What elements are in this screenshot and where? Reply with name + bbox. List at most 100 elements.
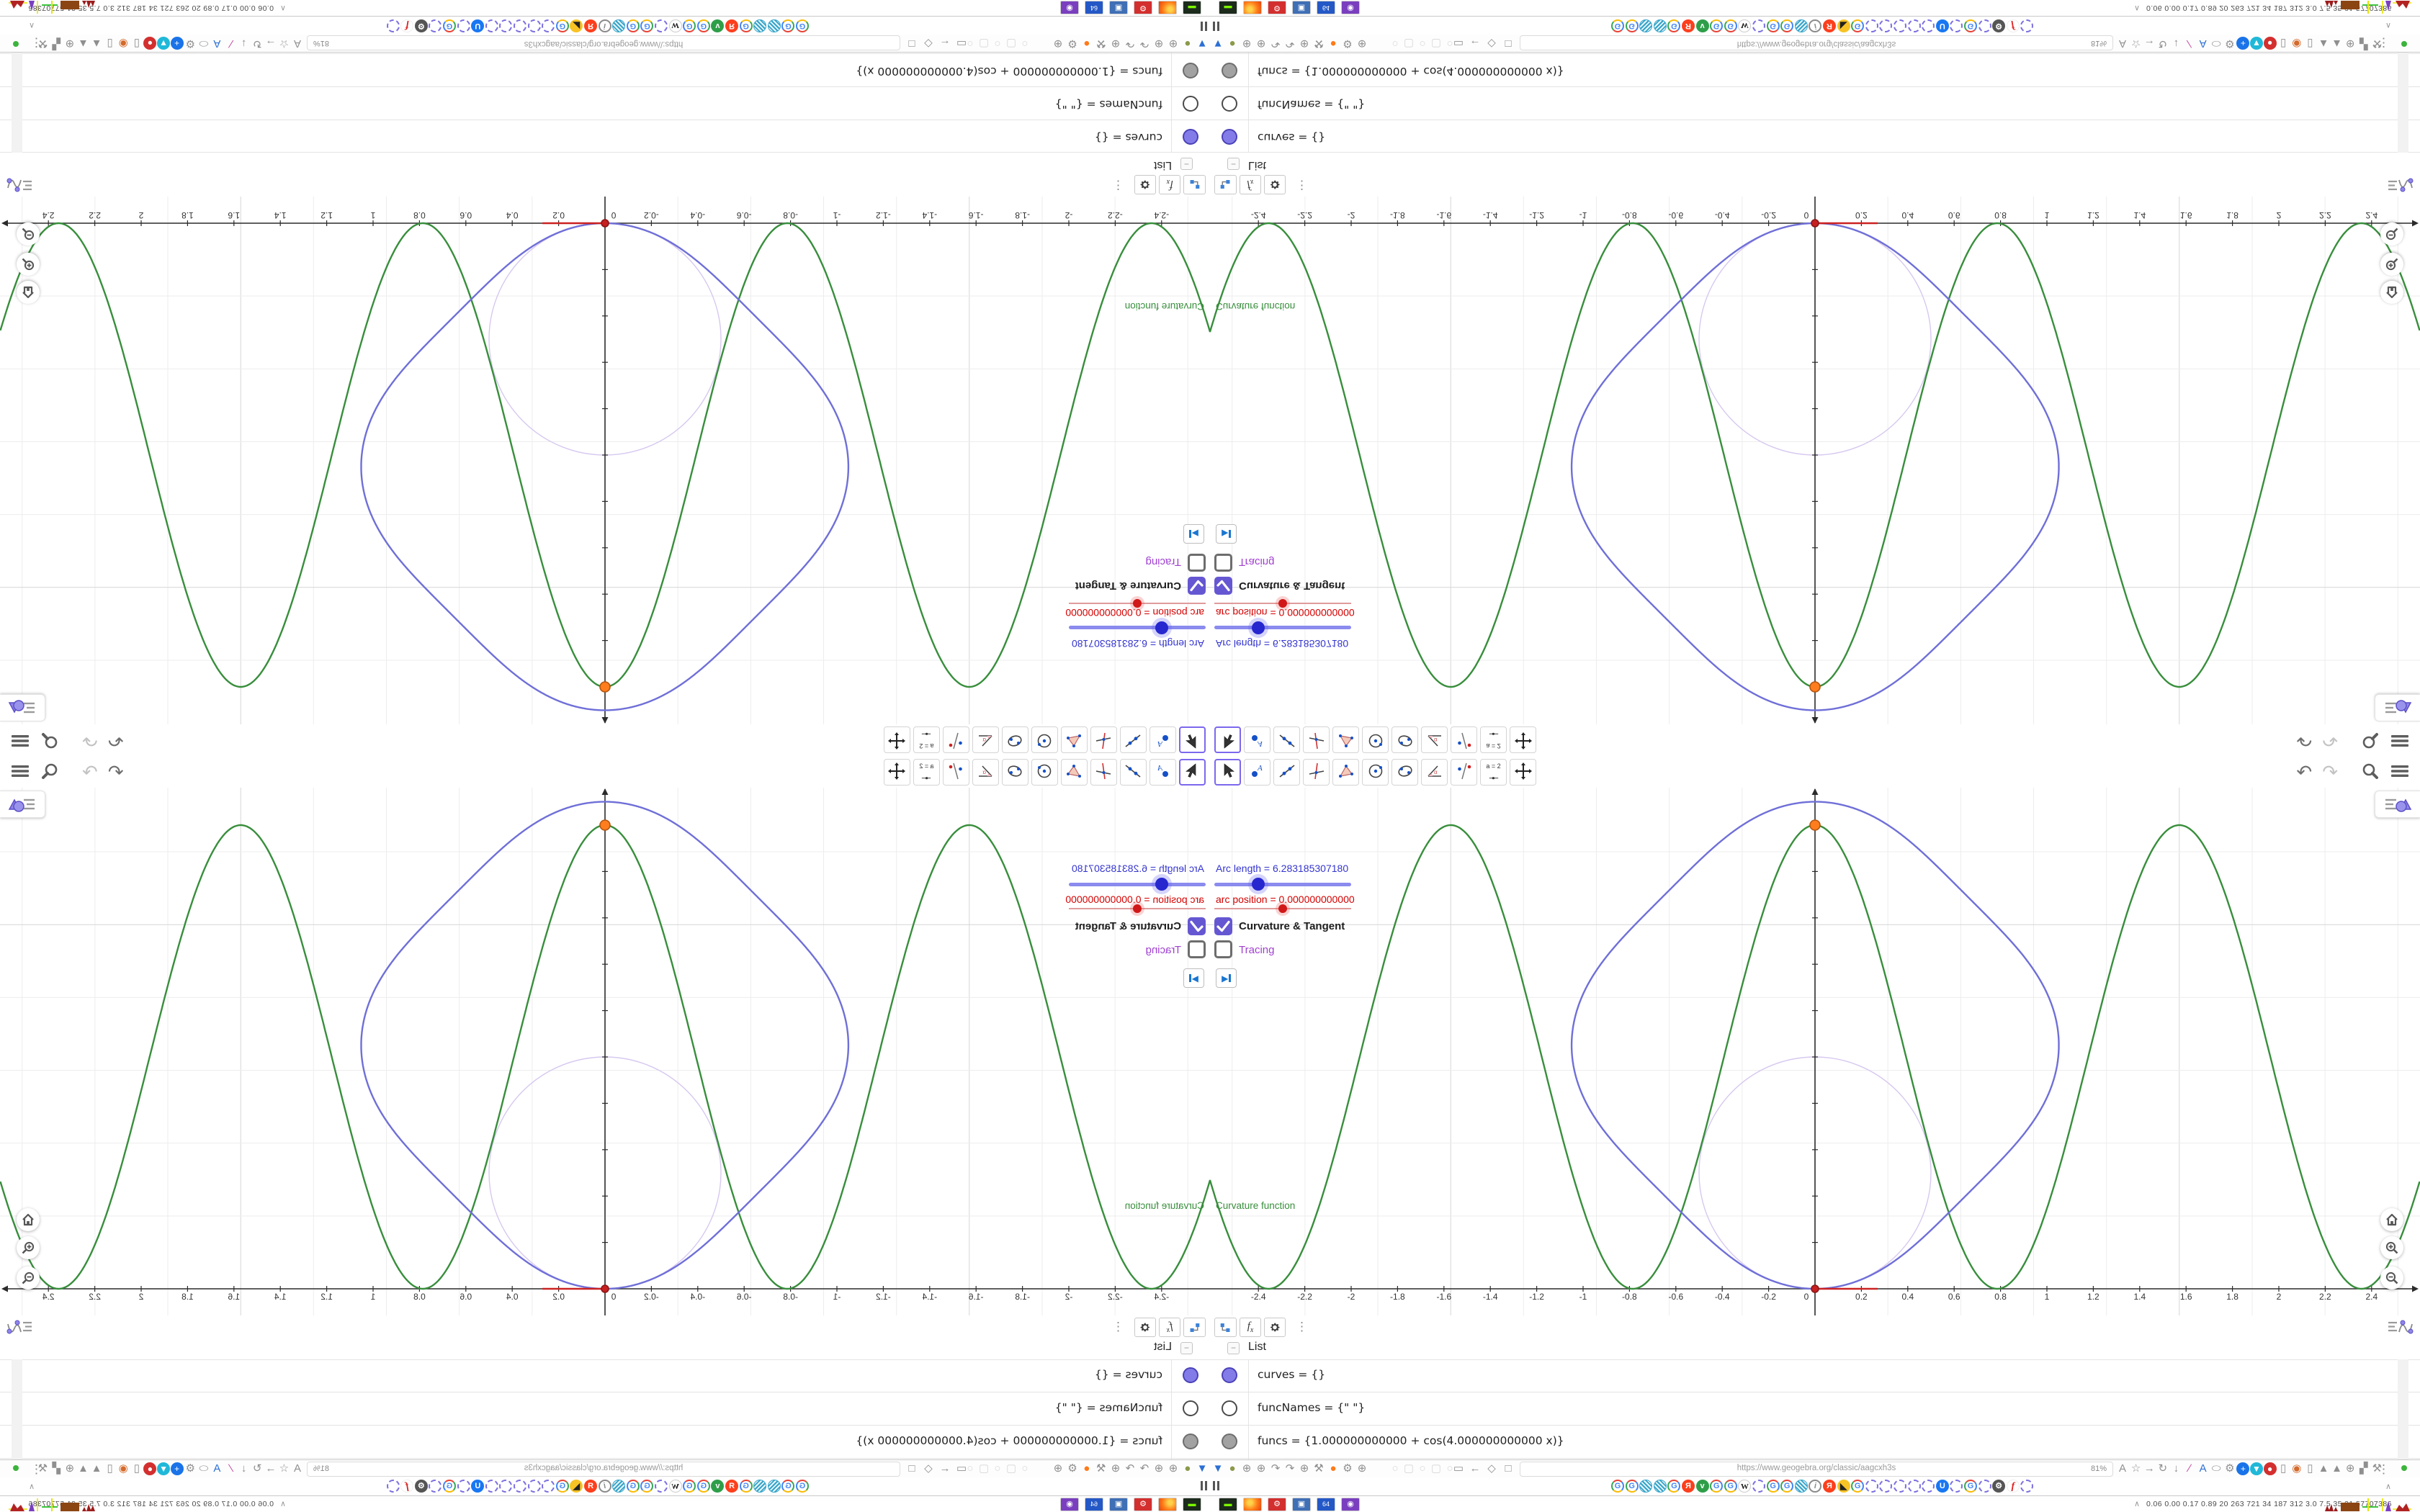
- bookmark-favicon-ya[interactable]: Я: [725, 1480, 738, 1493]
- taskbar-app-capture[interactable]: ▬: [1219, 1498, 1237, 1511]
- bookmark-favicon-f[interactable]: f: [2006, 1480, 2020, 1493]
- bookmark-favicon-G[interactable]: G: [1611, 1480, 1624, 1493]
- settings-button[interactable]: [1134, 1318, 1156, 1337]
- undo-button[interactable]: ↶: [2296, 729, 2312, 751]
- tool-move-graphics-view[interactable]: [1510, 759, 1536, 786]
- algebra-more-menu[interactable]: ⋮: [1291, 177, 1312, 193]
- extension-arrowright-icon[interactable]: →: [2143, 37, 2156, 50]
- browser-redo-icon[interactable]: ↷: [1138, 37, 1151, 50]
- browser-firefox-icon[interactable]: ●: [1327, 37, 1340, 50]
- bookmark-favicon-ball[interactable]: [767, 19, 781, 32]
- browser-cone-icon[interactable]: ▼: [1196, 1462, 1209, 1475]
- zoom-out-button[interactable]: [2380, 1266, 2403, 1290]
- browser-overflow-menu[interactable]: ⋮: [26, 1462, 47, 1477]
- browser-wrench-icon[interactable]: ⚒: [1095, 37, 1108, 50]
- extension-marker-icon[interactable]: ∕: [224, 37, 237, 50]
- algebra-scrollbar[interactable]: [2398, 1359, 2408, 1459]
- bookmark-favicon-G[interactable]: G: [1780, 1480, 1794, 1493]
- arc-position-point[interactable]: [601, 219, 609, 228]
- taskbar-app-redgear[interactable]: ⚙: [1268, 1498, 1286, 1511]
- tracing-checkbox[interactable]: [1188, 940, 1206, 958]
- browser-overflow-menu[interactable]: ⋮: [26, 35, 47, 50]
- graphics-view[interactable]: -2.4 -2.2 -2 -1.8 -1.6 -1.4 -1.2 -1 -0.8 -0.6 -0.4…: [0, 196, 1210, 724]
- extension-translate-blue-icon[interactable]: A: [210, 37, 223, 50]
- algebra-row[interactable]: curves = {}: [0, 1359, 1210, 1392]
- tool-reflect[interactable]: [943, 759, 969, 786]
- extension-refresh-icon[interactable]: ↻: [251, 37, 264, 50]
- bookmark-favicon-G[interactable]: G: [555, 1480, 569, 1493]
- visibility-toggle[interactable]: [1222, 1400, 1237, 1416]
- browser-globe-icon[interactable]: ⊕: [1109, 37, 1122, 50]
- browser-folder-icon[interactable]: ▭: [955, 1462, 968, 1475]
- bookmark-favicon-ya[interactable]: Я: [1823, 19, 1836, 32]
- tool-line[interactable]: [1120, 759, 1147, 786]
- extension-share-icon[interactable]: ◉: [117, 1462, 130, 1475]
- animation-play-button[interactable]: ▶: [1216, 524, 1237, 544]
- bookmark-favicon-wheel[interactable]: [485, 1480, 498, 1493]
- tool-move[interactable]: [1214, 726, 1241, 753]
- extension-download-icon[interactable]: ↓: [2169, 37, 2182, 50]
- bookmark-favicon-wheel[interactable]: [1894, 1480, 1906, 1493]
- extension-share-icon[interactable]: ◉: [117, 37, 130, 50]
- bookmark-favicon-wheel[interactable]: [499, 1480, 513, 1493]
- bookmark-favicon-gear[interactable]: ⚙: [414, 19, 428, 32]
- extension-globe-icon[interactable]: ⊕: [63, 1462, 76, 1475]
- tool-point[interactable]: A: [1244, 726, 1270, 753]
- show-input-fx-button[interactable]: fx: [1240, 1318, 1261, 1337]
- algebra-row[interactable]: funcNames = {" "}: [0, 86, 1210, 120]
- browser-shield-icon[interactable]: ◇: [922, 37, 935, 50]
- bookmark-favicon-wheel[interactable]: [386, 19, 400, 32]
- taskbar-app-capture[interactable]: ▬: [1219, 1, 1237, 14]
- taskbar-app-floppy[interactable]: 64: [1085, 1, 1103, 14]
- graphics-view[interactable]: -2.4 -2.2 -2 -1.8 -1.6 -1.4 -1.2 -1 -0.8 -0.6 -0.4…: [0, 788, 1210, 1316]
- extension-shield-cyan-icon[interactable]: ▼: [157, 1462, 170, 1475]
- bookmark-favicon-G[interactable]: G: [1710, 19, 1724, 32]
- visibility-toggle[interactable]: [1222, 129, 1237, 145]
- bookmark-favicon-wheel[interactable]: [542, 1480, 555, 1493]
- bookmark-favicon-ya[interactable]: Я: [725, 19, 738, 32]
- bookmark-favicon-wheel[interactable]: [1978, 1480, 1991, 1493]
- algebra-stylebar-right-icon[interactable]: [2387, 1318, 2414, 1340]
- tool-perpendicular-line[interactable]: [1090, 759, 1117, 786]
- graphics-stylebar-toggle[interactable]: [2375, 694, 2420, 721]
- browser-wrench-icon[interactable]: ⚒: [1312, 37, 1325, 50]
- taskbar-app-floppy[interactable]: 64: [1317, 1498, 1335, 1511]
- bookmark-favicon-wheel[interactable]: [457, 19, 470, 32]
- bookmark-favicon-G[interactable]: G: [1851, 19, 1865, 32]
- address-bar[interactable]: https://www.geogebra.org/classic/aagcxh3…: [307, 35, 900, 50]
- bookmark-favicon-wheel[interactable]: [485, 19, 498, 32]
- tool-polygon[interactable]: [1332, 726, 1359, 753]
- extension-download-icon[interactable]: ↓: [2169, 1462, 2182, 1475]
- extension-mouse-icon[interactable]: ⬭: [197, 1462, 210, 1475]
- bookmark-favicon-G[interactable]: G: [1780, 19, 1794, 32]
- bookmark-favicon-wheel[interactable]: [542, 19, 555, 32]
- algebra-stylebar-right-icon[interactable]: [2387, 172, 2414, 194]
- curvature-value-point[interactable]: [599, 819, 611, 831]
- extension-trash-icon[interactable]: ▯: [2303, 37, 2316, 50]
- bookmark-favicon-G[interactable]: G: [1964, 19, 1977, 32]
- bookmark-favicon-wheel[interactable]: [514, 19, 526, 32]
- browser-lock-icon[interactable]: □: [1502, 1462, 1515, 1475]
- extension-circle-red-icon[interactable]: ●: [2263, 37, 2277, 50]
- algebra-row[interactable]: funcs = {1.000000000000 + cos(4.00000000…: [1210, 53, 2420, 86]
- taskbar-chevron[interactable]: ∧: [2134, 4, 2140, 13]
- extension-shield-gray-icon[interactable]: ▲: [2331, 37, 2344, 50]
- taskbar-app-monitor[interactable]: ▣: [1109, 1498, 1128, 1511]
- main-menu-button[interactable]: [2390, 730, 2410, 751]
- visibility-toggle[interactable]: [1183, 129, 1198, 145]
- bookmark-favicon-ya[interactable]: Я: [1823, 1480, 1836, 1493]
- algebra-stylebar-right-icon[interactable]: [6, 1318, 33, 1340]
- bookmark-favicon-G[interactable]: G: [1851, 1480, 1865, 1493]
- bookmark-favicon-wheel[interactable]: [1894, 19, 1906, 32]
- taskbar-app-redgear[interactable]: ⚙: [1134, 1498, 1152, 1511]
- extension-plus-blue-icon[interactable]: +: [170, 1462, 184, 1475]
- tool-point[interactable]: A: [1244, 759, 1270, 786]
- bookmark-favicon-wheel[interactable]: [2020, 1480, 2034, 1493]
- bookmark-favicon-wheel[interactable]: [429, 1480, 442, 1493]
- taskbar-app-ff[interactable]: [1158, 1498, 1177, 1511]
- zoom-home-button[interactable]: [2380, 1208, 2403, 1231]
- bookmark-favicon-G[interactable]: G: [1766, 19, 1780, 32]
- browser-globe-icon[interactable]: ⊕: [1109, 1462, 1122, 1475]
- tool-move-graphics-view[interactable]: [1510, 726, 1536, 753]
- bookmark-favicon-ball[interactable]: [1653, 19, 1667, 32]
